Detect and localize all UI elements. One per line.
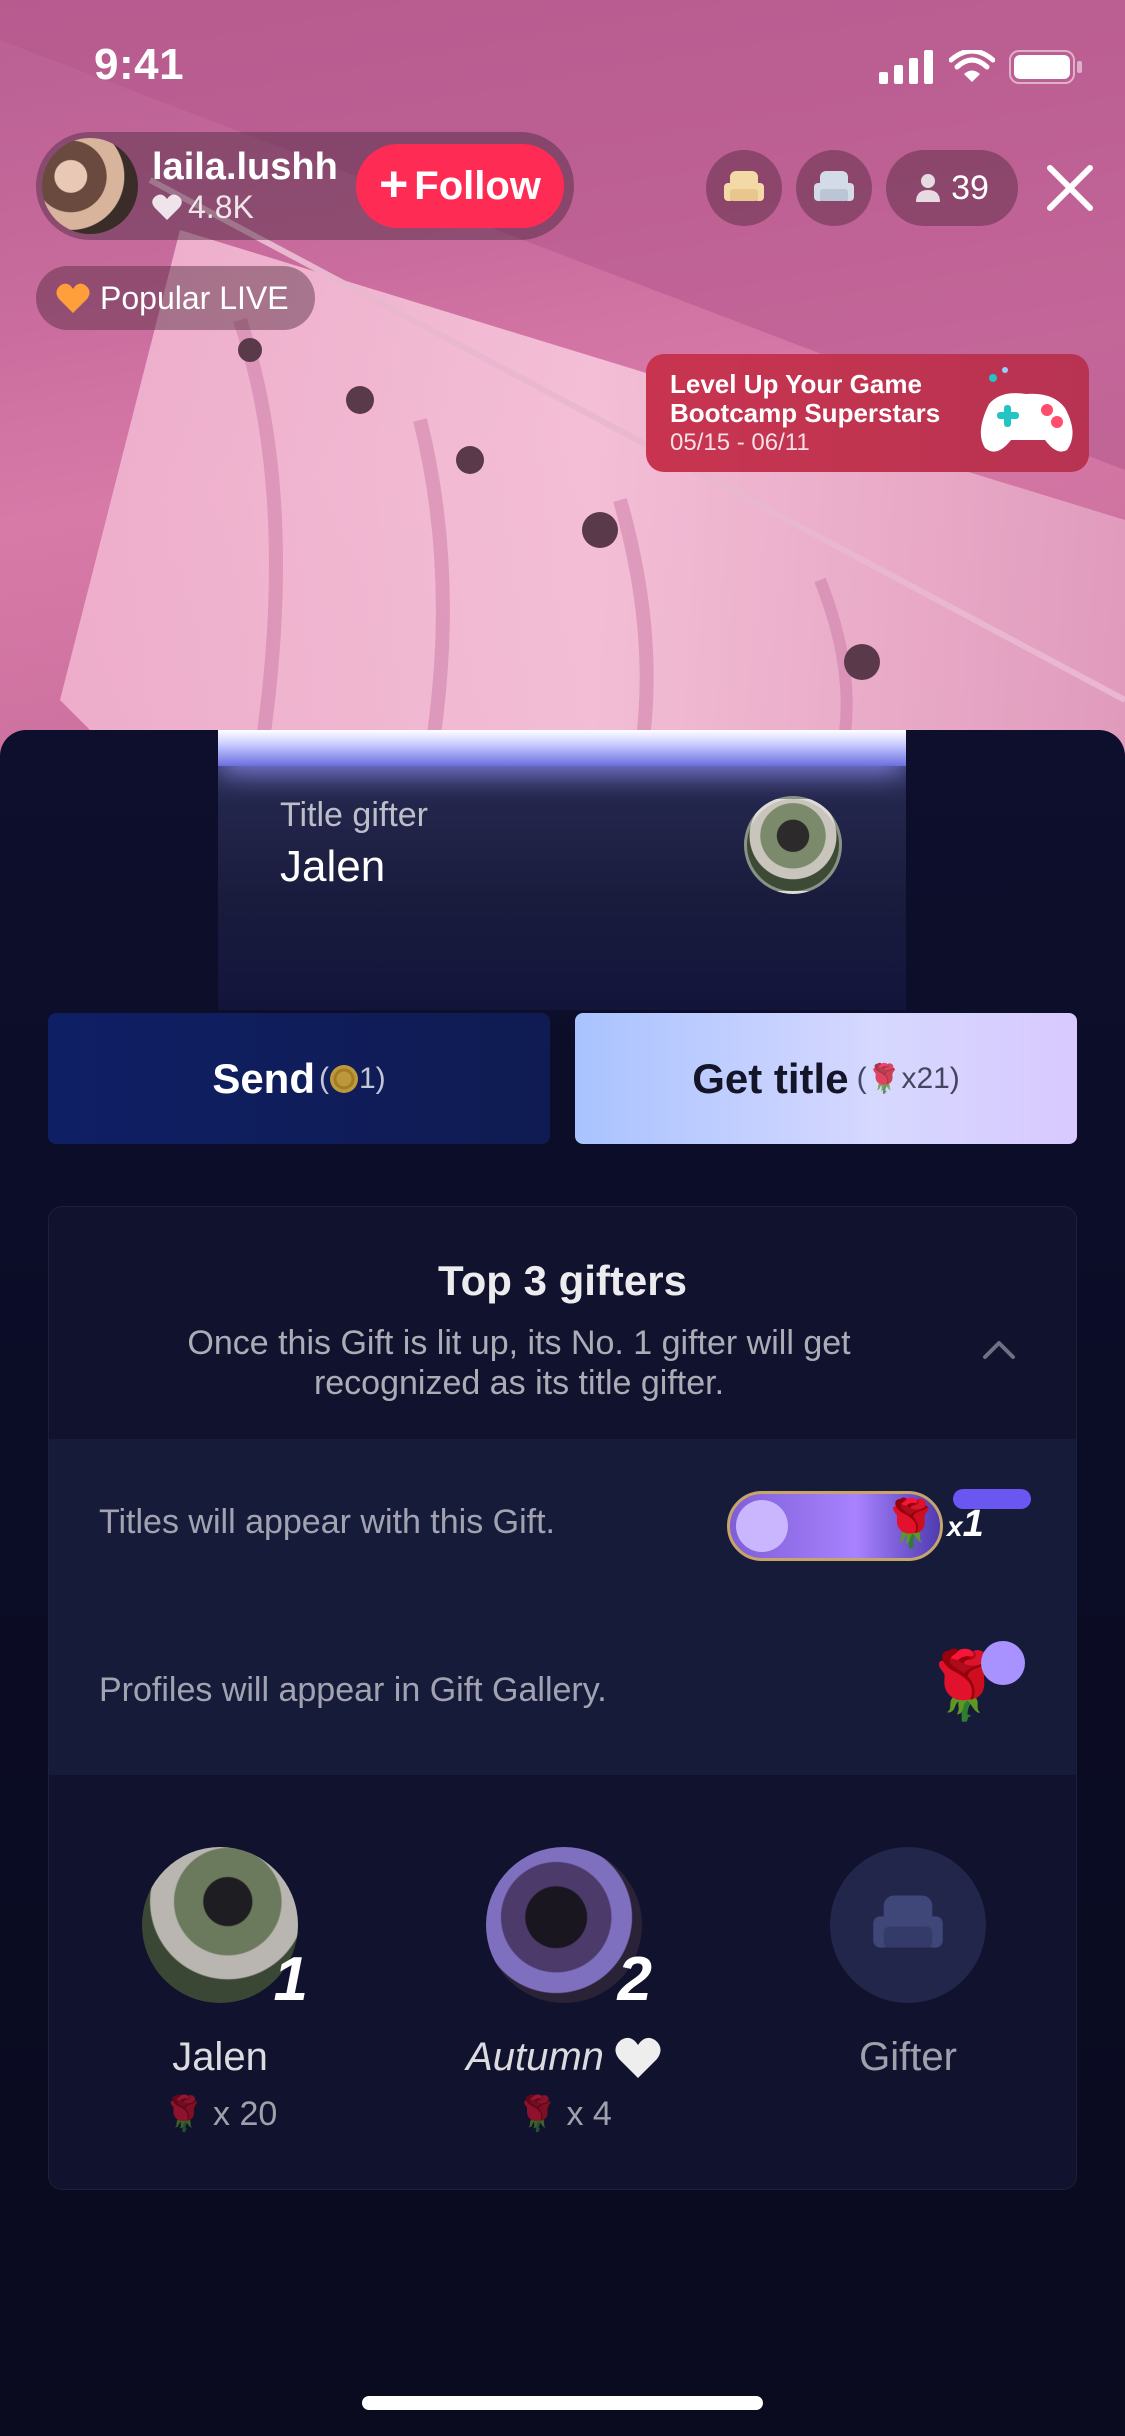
status-icons [879, 50, 1083, 84]
title-gifter-name: Jalen [280, 842, 386, 891]
viewer-count-value: 39 [951, 168, 989, 207]
host-name: laila.lushh [152, 145, 338, 188]
host-likes: 4.8K [152, 189, 338, 226]
wifi-icon [949, 50, 995, 82]
heart-icon [152, 194, 182, 220]
top-viewer-seat-1[interactable] [706, 150, 782, 226]
title-multiplier-value: 1 [962, 1503, 984, 1545]
rose-icon: 🌹 [516, 2095, 559, 2133]
host-likes-count: 4.8K [188, 188, 254, 225]
gifter-rank-2[interactable]: 2 Autumn 🌹 x 4 [414, 1847, 714, 2134]
avatar-badge-icon [981, 1641, 1025, 1685]
armchair-icon [724, 171, 764, 201]
close-icon[interactable] [1040, 158, 1100, 218]
get-title-cost-open: ( [856, 1061, 867, 1095]
title-multiplier-x: x [947, 1511, 963, 1542]
plus-icon: + [379, 156, 409, 212]
follow-button[interactable]: + Follow [356, 144, 564, 228]
gifter-avatar: 2 [486, 1847, 652, 2014]
send-cost: ( 1) [319, 1062, 386, 1096]
rank-number: 2 [617, 1945, 652, 2014]
title-preview-bar: 🌹 [727, 1491, 943, 1561]
gifter-rank-3-empty[interactable]: Gifter [758, 1847, 1058, 2080]
gallery-info-row: Profiles will appear in Gift Gallery. 🌹 [49, 1607, 1076, 1775]
gifter-placeholder-name: Gifter [859, 2035, 957, 2079]
popular-live-badge[interactable]: Popular LIVE [36, 266, 315, 330]
rose-icon: 🌹 [866, 1063, 902, 1094]
send-cost-value: 1) [359, 1061, 386, 1095]
orange-heart-icon [56, 283, 90, 313]
follow-label: Follow [414, 163, 541, 208]
viewer-count[interactable]: 39 [886, 150, 1018, 226]
person-icon [916, 174, 941, 202]
get-title-label: Get title [692, 1054, 849, 1102]
title-gifter-label: Title gifter [280, 796, 429, 834]
rose-icon: 🌹 [162, 2095, 206, 2133]
gifter-avatar: 1 [142, 1847, 308, 2014]
battery-icon [1009, 50, 1082, 84]
coin-icon [330, 1064, 358, 1093]
send-label: Send [212, 1054, 315, 1102]
gifter-gift-count: 🌹 x 20 [70, 2094, 370, 2134]
armchair-icon [873, 1895, 943, 1948]
empty-gifter-slot [830, 1847, 986, 2003]
title-multiplier: x1 [947, 1503, 984, 1546]
gifter-gift-count: 🌹 x 4 [414, 2094, 714, 2134]
gifter-rank-1[interactable]: 1 Jalen 🌹 x 20 [70, 1847, 370, 2134]
gallery-info-text: Profiles will appear in Gift Gallery. [99, 1671, 607, 1709]
title-gifter-card: Title gifter Jalen [218, 730, 906, 1010]
glow-bar [218, 730, 906, 766]
white-heart-icon [615, 2037, 661, 2078]
chevron-up-icon[interactable] [979, 1335, 1019, 1365]
status-time: 9:41 [94, 40, 185, 89]
game-controller-icon [980, 367, 1073, 452]
get-title-cost-value: x21) [901, 1061, 960, 1095]
signal-icon [879, 50, 933, 84]
panel-title: Top 3 gifters [438, 1257, 687, 1304]
host-avatar[interactable] [42, 138, 138, 234]
gifter-count-value: x 4 [566, 2094, 612, 2133]
gifter-count-value: x 20 [213, 2094, 278, 2133]
armchair-icon [814, 171, 854, 201]
top-viewer-seat-2[interactable] [796, 150, 872, 226]
top-gifters-panel: Top 3 gifters Once this Gift is lit up, … [48, 1206, 1077, 2190]
popular-live-label: Popular LIVE [100, 279, 289, 316]
gifter-name-row: Autumn [414, 2035, 714, 2080]
promo-banner[interactable]: Level Up Your Game Bootcamp Superstars 0… [646, 354, 1089, 472]
get-title-cost: ( 🌹 x21) [857, 1062, 960, 1096]
host-info[interactable]: laila.lushh 4.8K + Follow [36, 132, 574, 240]
title-gifter-avatar[interactable] [744, 796, 842, 894]
rank-number: 1 [273, 1945, 308, 2014]
titles-info-row: Titles will appear with this Gift. 🌹 x1 [49, 1439, 1076, 1607]
avatar-placeholder-icon [736, 1500, 788, 1552]
panel-description: Once this Gift is lit up, its No. 1 gift… [187, 1324, 851, 1402]
titles-info-text: Titles will appear with this Gift. [99, 1503, 555, 1541]
home-indicator[interactable] [362, 2396, 763, 2410]
rose-icon: 🌹 [882, 1497, 940, 1549]
gifter-name: Jalen [172, 2035, 268, 2079]
send-cost-open: ( [319, 1061, 329, 1095]
gifter-name: Autumn [466, 2035, 604, 2079]
send-button[interactable]: Send ( 1) [48, 1013, 550, 1144]
get-title-button[interactable]: Get title ( 🌹 x21) [575, 1013, 1077, 1144]
